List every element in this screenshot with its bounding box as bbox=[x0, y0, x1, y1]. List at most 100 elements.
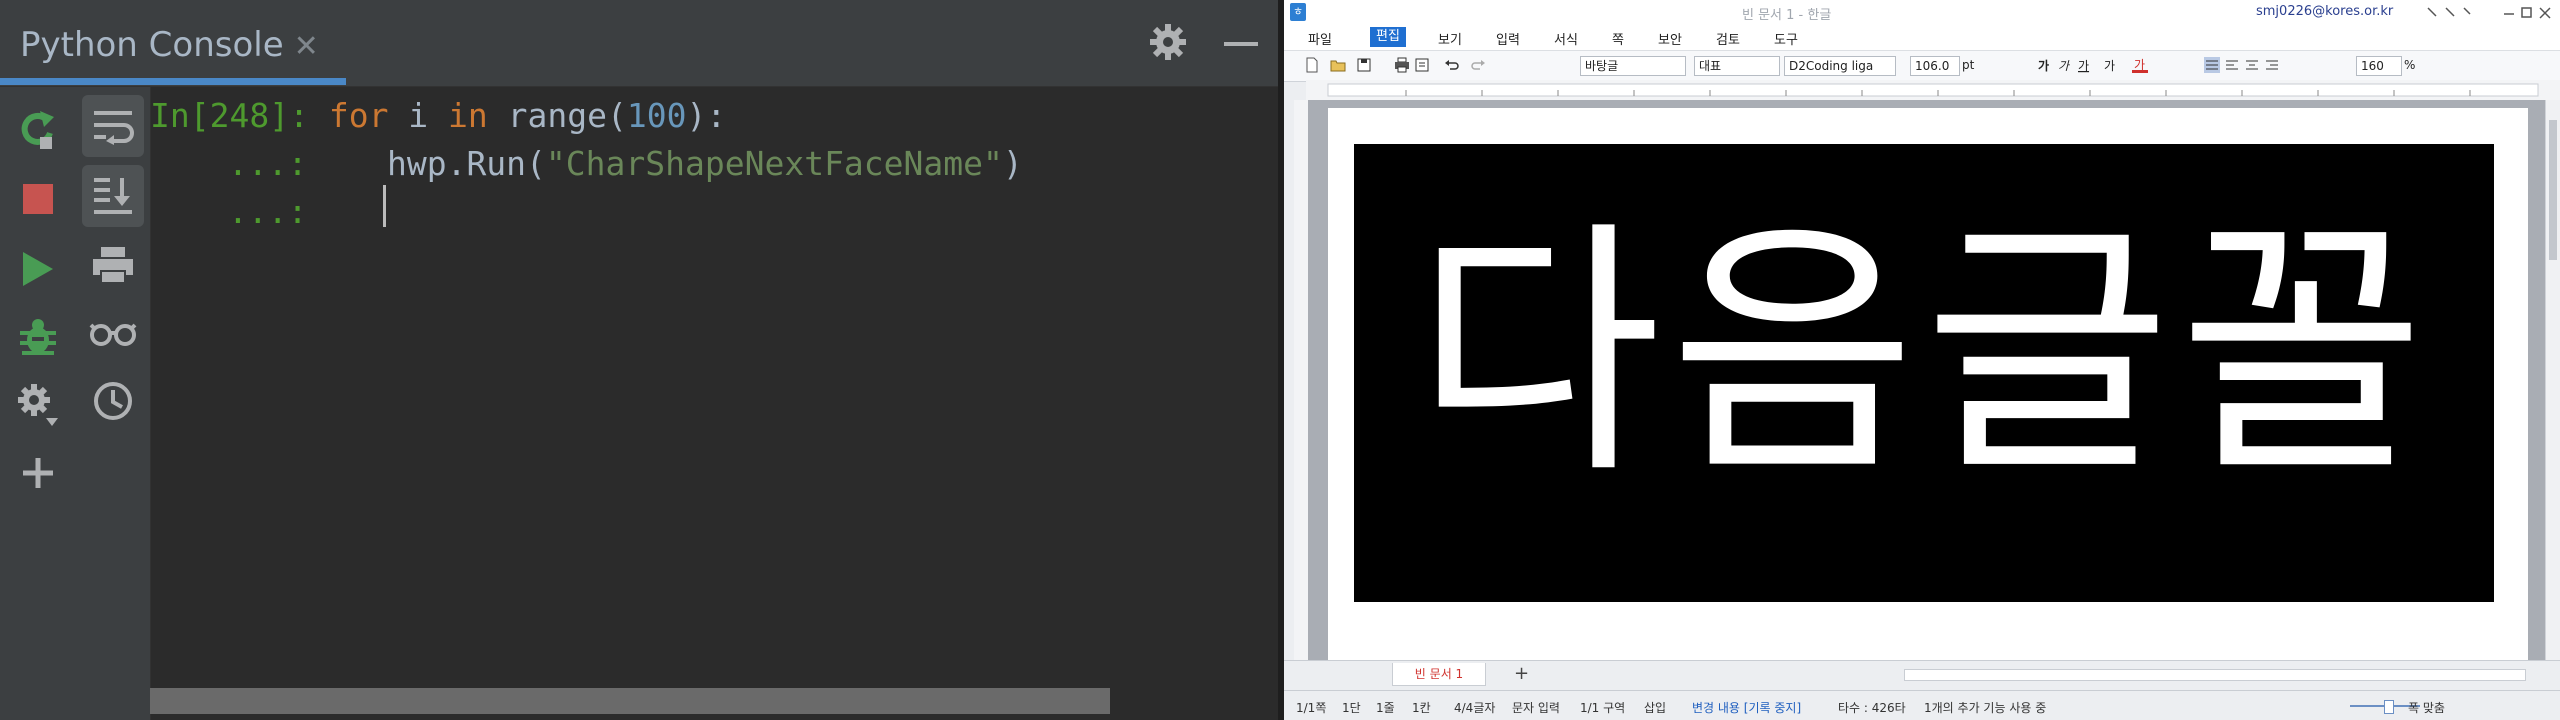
scroll-to-end-button[interactable] bbox=[82, 165, 144, 227]
font-select[interactable]: D2Coding liga bbox=[1784, 56, 1896, 76]
user-account[interactable]: smj0226@kores.or.kr bbox=[2256, 4, 2393, 19]
undo-icon[interactable] bbox=[1444, 57, 1460, 73]
svg-text:가: 가 bbox=[2104, 59, 2115, 73]
status-col: 1칸 bbox=[1412, 701, 1431, 715]
status-chars: 4/4글자 bbox=[1454, 701, 1496, 715]
style-select[interactable]: 바탕글 bbox=[1580, 56, 1686, 76]
status-track-changes[interactable]: 변경 내용 [기록 중지] bbox=[1692, 699, 1801, 716]
status-addons[interactable]: 1개의 추가 기능 사용 중 bbox=[1924, 699, 2046, 716]
code-line-2: ...: hwp.Run("CharShapeNextFaceName") bbox=[228, 140, 1023, 188]
status-section: 1/1 구역 bbox=[1580, 701, 1626, 715]
console-editor[interactable]: In[248]: for i in range(100): ...: hwp.R… bbox=[150, 87, 1278, 687]
font-size-input[interactable]: 106.0 bbox=[1910, 56, 1960, 76]
stop-button[interactable] bbox=[10, 171, 66, 227]
tab-document-1[interactable]: 빈 문서 1 bbox=[1392, 663, 1486, 686]
status-page: 1/1쪽 bbox=[1296, 701, 1327, 715]
fit-width-button[interactable]: 폭 맞춤 bbox=[2408, 699, 2445, 716]
add-button[interactable] bbox=[10, 445, 66, 501]
soft-wrap-button[interactable] bbox=[82, 95, 144, 157]
menu-insert[interactable]: 입력 bbox=[1496, 29, 1520, 48]
menu-bar: 파일 편집 보기 입력 서식 쪽 보안 검토 도구 bbox=[1284, 26, 2560, 50]
console-toolbar-right bbox=[76, 87, 151, 720]
new-document-icon[interactable] bbox=[1304, 57, 1320, 73]
tab-python-console[interactable]: Python Console ✕ bbox=[20, 20, 319, 70]
selected-text-block[interactable]: 다음글꼴 bbox=[1354, 144, 2494, 602]
window-title: 빈 문서 1 - 한글 bbox=[1742, 8, 1832, 23]
document-area[interactable]: 다음글꼴 bbox=[1308, 100, 2545, 660]
paragraph-align-icons[interactable] bbox=[2204, 57, 2314, 73]
history-button[interactable] bbox=[85, 373, 141, 429]
run-button[interactable] bbox=[10, 241, 66, 297]
horizontal-ruler[interactable] bbox=[1306, 80, 2560, 101]
menu-security[interactable]: 보안 bbox=[1658, 29, 1682, 48]
show-variables-icon bbox=[89, 323, 137, 346]
print-preview-icon[interactable] bbox=[1414, 57, 1430, 73]
continuation-prompt: ...: bbox=[228, 192, 308, 231]
code-text: ) bbox=[1002, 144, 1023, 183]
menu-format[interactable]: 서식 bbox=[1554, 29, 1578, 48]
print-icon bbox=[93, 247, 133, 284]
ruler-ticks-icon bbox=[1327, 83, 2539, 97]
scroll-to-end-icon bbox=[94, 178, 132, 214]
python-console-panel: Python Console ✕ In[248]: for i in range… bbox=[0, 0, 1278, 720]
font-size-unit[interactable]: pt bbox=[1958, 56, 1986, 74]
zoom-input[interactable]: 160 bbox=[2356, 56, 2402, 76]
code-line-1: In[248]: for i in range(100): bbox=[150, 92, 726, 140]
svg-text:가: 가 bbox=[2134, 58, 2145, 72]
formatting-toolbar: 바탕글 대표 D2Coding liga 106.0 pt 가 가 가 가 가 … bbox=[1284, 50, 2560, 82]
print-button[interactable] bbox=[85, 237, 141, 293]
close-icon[interactable]: ✕ bbox=[294, 29, 319, 64]
zoom-unit[interactable]: % bbox=[2400, 56, 2424, 74]
continuation-prompt: ...: bbox=[228, 144, 308, 183]
debug-button[interactable] bbox=[10, 309, 66, 365]
settings-icon bbox=[18, 384, 58, 426]
rerun-icon bbox=[21, 111, 54, 149]
document-horizontal-scrollbar[interactable] bbox=[1904, 669, 2526, 681]
redo-icon[interactable] bbox=[1470, 57, 1486, 73]
vertical-ruler[interactable] bbox=[1294, 100, 1309, 660]
settings-button[interactable] bbox=[10, 377, 66, 433]
document-text[interactable]: 다음글꼴 bbox=[1354, 144, 2494, 602]
menu-edit[interactable]: 편집 bbox=[1370, 27, 1406, 47]
window-controls-icon[interactable] bbox=[2424, 6, 2554, 20]
show-variables-button[interactable] bbox=[85, 305, 141, 361]
active-tab-indicator bbox=[0, 78, 346, 85]
stop-icon bbox=[23, 184, 53, 214]
vertical-scrollbar[interactable] bbox=[2545, 100, 2560, 660]
add-tab-icon[interactable]: + bbox=[1514, 663, 1529, 684]
scrollbar-thumb[interactable] bbox=[2549, 120, 2557, 260]
document-tab-bar: 빈 문서 1 + bbox=[1284, 660, 2560, 691]
input-prompt: In[248]: bbox=[150, 96, 309, 135]
print-icon[interactable] bbox=[1394, 57, 1410, 73]
console-tab-label: Python Console bbox=[20, 25, 284, 65]
console-toolbar-left bbox=[0, 87, 76, 720]
code-line-3: ...: bbox=[228, 188, 307, 236]
code-text: i bbox=[388, 96, 449, 135]
open-folder-icon[interactable] bbox=[1330, 57, 1346, 73]
menu-file[interactable]: 파일 bbox=[1308, 29, 1332, 48]
menu-page[interactable]: 쪽 bbox=[1612, 29, 1624, 48]
menu-review[interactable]: 검토 bbox=[1716, 29, 1740, 48]
save-icon[interactable] bbox=[1356, 57, 1372, 73]
status-line: 1줄 bbox=[1376, 701, 1395, 715]
svg-text:가: 가 bbox=[2058, 59, 2071, 73]
minimize-icon[interactable] bbox=[1224, 42, 1258, 46]
code-text: range( bbox=[487, 96, 627, 135]
debug-icon bbox=[20, 319, 56, 355]
rerun-button[interactable] bbox=[10, 101, 66, 157]
horizontal-scrollbar[interactable] bbox=[150, 688, 1110, 714]
gear-icon[interactable] bbox=[1148, 22, 1188, 62]
run-icon bbox=[23, 252, 53, 286]
char-format-icons[interactable]: 가 가 가 가 가 bbox=[2036, 57, 2156, 73]
document-page[interactable]: 다음글꼴 bbox=[1328, 108, 2528, 660]
hwp-logo-icon[interactable]: ㅎ bbox=[1290, 3, 1306, 21]
keyword-in: in bbox=[448, 96, 488, 135]
number-literal: 100 bbox=[626, 96, 687, 135]
language-select[interactable]: 대표 bbox=[1694, 56, 1780, 76]
menu-tools[interactable]: 도구 bbox=[1774, 29, 1798, 48]
zoom-slider-knob[interactable] bbox=[2384, 700, 2394, 714]
status-insert[interactable]: 삽입 bbox=[1644, 699, 1666, 716]
text-caret bbox=[383, 185, 386, 227]
code-text: ): bbox=[686, 96, 727, 135]
menu-view[interactable]: 보기 bbox=[1438, 29, 1462, 48]
